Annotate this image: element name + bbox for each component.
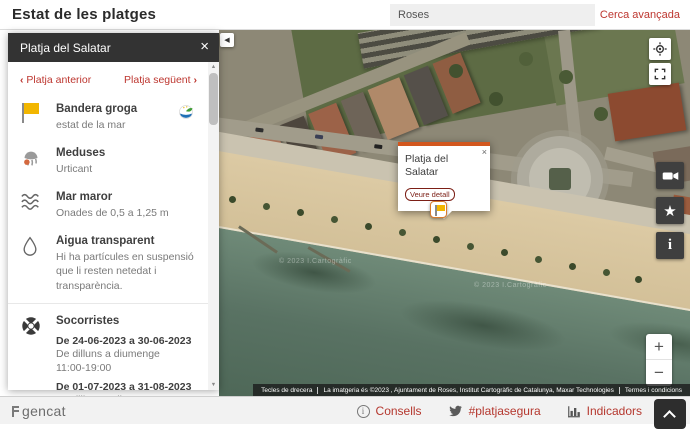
star-icon: ★ (663, 202, 676, 220)
bar-chart-icon (567, 405, 581, 418)
zoom-out-button[interactable]: − (646, 360, 672, 386)
scroll-up-icon[interactable]: ▲ (208, 62, 219, 72)
list-item-water-quality: Aigua transparent Hi ha partícules en su… (8, 226, 219, 298)
popup-title: Platja del Salatar (405, 153, 483, 179)
scroll-to-top-button[interactable] (654, 399, 686, 429)
zoom-control: + − (646, 334, 672, 386)
map-trees (519, 52, 533, 66)
list-item-flag: Bandera groga estat de la mar (8, 94, 219, 138)
footer-links: i Consells #platjasegura Indicadors (357, 397, 642, 425)
eco-quality-badge-icon (177, 104, 195, 120)
fullscreen-button[interactable] (649, 63, 671, 85)
waves-icon (20, 190, 46, 220)
locate-me-button[interactable] (649, 38, 671, 60)
item-title: Aigua transparent (56, 234, 197, 249)
droplet-icon (20, 234, 46, 292)
map-watermark: © 2023 I.Cartogràfic (279, 258, 352, 265)
beach-detail-panel: Platja del Salatar × ‹ Platja anterior P… (8, 33, 219, 390)
schedule-days: De dilluns a diumenge (56, 347, 191, 361)
video-camera-icon (662, 169, 679, 183)
footer-link-indicadors[interactable]: Indicadors (567, 404, 642, 418)
list-item-jellyfish: Meduses Urticant (8, 138, 219, 182)
panel-scrollbar: ▲ ▼ (208, 62, 219, 390)
panel-collapse-button[interactable]: ◀ (220, 33, 234, 47)
item-title: Meduses (56, 146, 105, 161)
item-subtitle: estat de la mar (56, 118, 137, 132)
item-title: Socorristes (56, 314, 191, 329)
map-roundabout-center (549, 168, 571, 190)
favorites-button[interactable]: ★ (656, 197, 684, 224)
map-building (608, 83, 687, 142)
item-subtitle: Urticant (56, 162, 105, 176)
item-subtitle: Onades de 0,5 a 1,25 m (56, 206, 169, 220)
schedule-period: De 01-07-2023 a 31-08-2023 (56, 381, 191, 393)
scrollbar-thumb[interactable] (209, 73, 218, 125)
app-window: Estat de les platges Cerca avançada (0, 0, 690, 433)
panel-title: Platja del Salatar (20, 41, 111, 55)
info-icon: i (668, 237, 672, 254)
scroll-down-icon[interactable]: ▼ (208, 380, 219, 390)
collapse-arrow-icon: ◀ (224, 36, 229, 44)
schedule-hours: 11:00-19:00 (56, 361, 191, 375)
map-watermark: © 2023 I.Cartogràfic (474, 282, 547, 289)
schedule-period: De 24-06-2023 a 30-06-2023 (56, 335, 191, 347)
map-palm-trees (229, 196, 236, 203)
info-button[interactable]: i (656, 232, 684, 259)
panel-close-icon[interactable]: × (200, 39, 209, 54)
footer-bar: gencat i Consells #platjasegura Indicado… (0, 396, 690, 424)
satellite-map[interactable]: © 2023 I.Cartogràfic © 2023 I.Cartogràfi… (219, 30, 690, 396)
search-input[interactable] (390, 4, 595, 26)
footer-link-platjasegura[interactable]: #platjasegura (448, 404, 541, 418)
panel-header: Platja del Salatar × (8, 33, 219, 62)
fullscreen-icon (653, 67, 667, 81)
prev-chevron-icon: ‹ (20, 74, 24, 86)
footer-link-consells[interactable]: i Consells (357, 404, 422, 418)
popup-close-icon[interactable]: × (482, 148, 487, 157)
prev-beach-link[interactable]: ‹ Platja anterior (20, 74, 91, 86)
webcam-button[interactable] (656, 162, 684, 189)
item-title: Bandera groga (56, 102, 137, 117)
zoom-in-button[interactable]: + (646, 334, 672, 360)
yellow-flag-icon (20, 102, 46, 132)
item-title: Mar maror (56, 190, 169, 205)
terms-link[interactable]: Termes i condicions (619, 387, 687, 394)
list-item-sea-state: Mar maror Onades de 0,5 a 1,25 m (8, 182, 219, 226)
gencat-logo[interactable]: gencat (12, 403, 66, 419)
locate-icon (652, 41, 668, 57)
top-header: Estat de les platges Cerca avançada (0, 0, 690, 30)
popup-detail-link[interactable]: Veure detall (405, 188, 455, 201)
twitter-bird-icon (448, 405, 463, 418)
map-attribution: Tecles de drecera La imatgeria és ©2023 … (253, 384, 690, 396)
chevron-up-icon (663, 410, 676, 423)
next-beach-link[interactable]: Platja següent › (124, 74, 197, 86)
info-circle-icon: i (357, 405, 370, 418)
next-chevron-icon: › (194, 74, 198, 86)
item-subtitle: Hi ha partícules en suspensió que li res… (56, 250, 197, 293)
shortcuts-link[interactable]: Tecles de drecera (256, 387, 317, 394)
gencat-mark-icon (12, 406, 20, 417)
imagery-credit: La imatgeria és ©2023 , Ajuntament de Ro… (317, 387, 618, 394)
advanced-search-link[interactable]: Cerca avançada (600, 9, 680, 21)
page-title: Estat de les platges (12, 6, 156, 23)
jellyfish-icon (20, 146, 46, 176)
beach-flag-marker[interactable] (430, 201, 447, 218)
beach-pager: ‹ Platja anterior Platja següent › (8, 62, 219, 94)
